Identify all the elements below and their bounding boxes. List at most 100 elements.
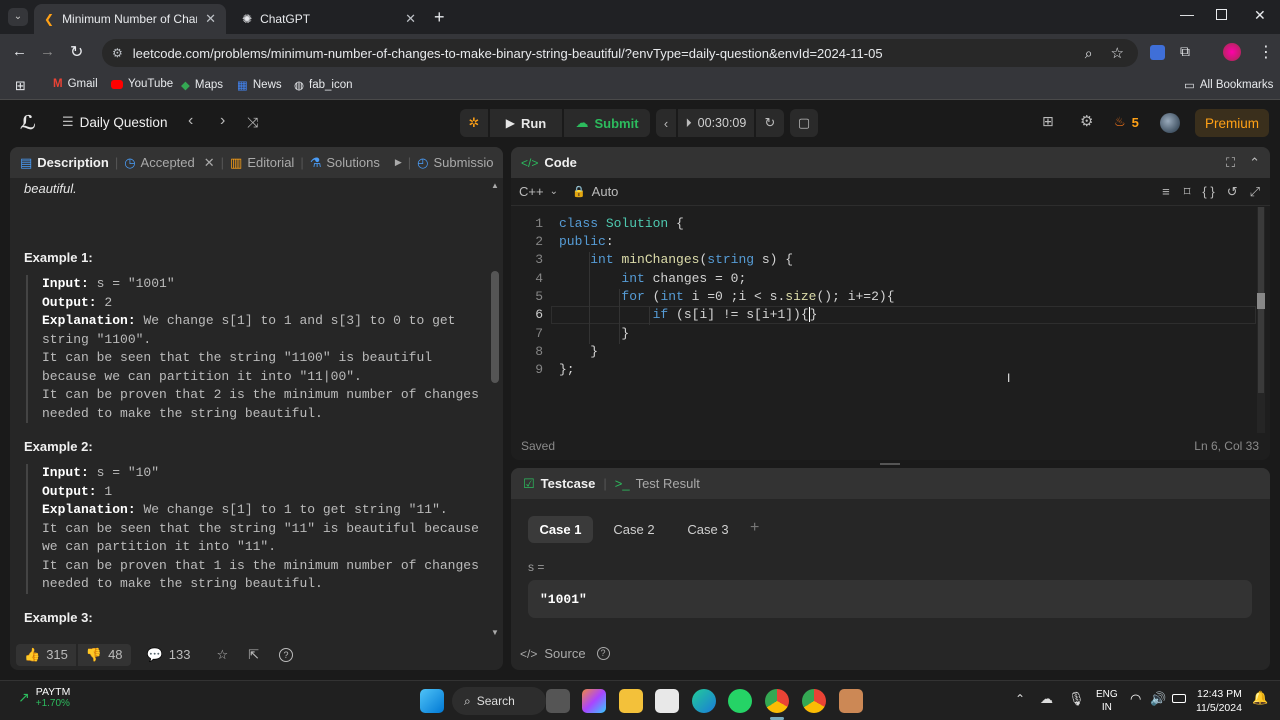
profile-avatar[interactable] xyxy=(1223,43,1241,61)
prev-question-icon[interactable]: ‹ xyxy=(188,112,193,130)
stock-widget[interactable]: ↗ PAYTM +1.70% xyxy=(18,686,70,709)
notes-icon[interactable]: ▢ xyxy=(790,109,818,137)
panel-resize-handle[interactable] xyxy=(880,463,900,465)
clock[interactable]: 12:43 PM 11/5/2024 xyxy=(1196,687,1242,715)
user-avatar[interactable] xyxy=(1160,113,1180,133)
back-icon[interactable]: ← xyxy=(12,43,27,60)
like-button[interactable]: 👍 315 xyxy=(16,643,76,666)
reset-timer-icon[interactable]: ↻ xyxy=(756,109,784,137)
language-indicator[interactable]: ENG IN xyxy=(1096,688,1118,714)
browser-tab-leetcode[interactable]: ❮ Minimum Number of Changes T ✕ xyxy=(34,4,226,34)
maximize-icon[interactable] xyxy=(1216,9,1227,20)
comments-button[interactable]: 💬 133 xyxy=(139,644,199,666)
microphone-icon[interactable]: 🎙 xyxy=(1068,691,1085,707)
run-button[interactable]: ▶ Run xyxy=(490,109,562,137)
code-editor[interactable]: 1 2 3 4 5 6 7 8 9 class Solution { publi… xyxy=(511,207,1256,433)
whatsapp-icon[interactable] xyxy=(728,689,752,713)
timer-collapse-icon[interactable]: ‹ xyxy=(656,109,676,137)
taskbar-search[interactable]: ⌕ Search xyxy=(452,687,546,715)
chrome-icon[interactable] xyxy=(802,689,826,713)
bookmark-gmail[interactable]: M Gmail xyxy=(53,78,98,90)
tab-testcase[interactable]: ☑ Testcase xyxy=(523,476,595,492)
close-tab-icon[interactable]: ✕ xyxy=(205,11,216,27)
forward-icon[interactable]: → xyxy=(40,43,55,60)
url-text[interactable]: leetcode.com/problems/minimum-number-of-… xyxy=(133,46,883,61)
autocomplete-mode[interactable]: 🔒 Auto xyxy=(572,184,618,199)
braces-icon[interactable]: { } xyxy=(1202,184,1214,199)
all-bookmarks[interactable]: ▭ All Bookmarks xyxy=(1184,78,1273,92)
add-case-icon[interactable]: + xyxy=(750,519,759,537)
tab-search-icon[interactable]: ⌄ xyxy=(8,8,28,26)
format-icon[interactable]: ≡ xyxy=(1162,184,1170,199)
next-question-icon[interactable]: › xyxy=(220,112,225,130)
tab-solutions[interactable]: ⚗ Solutions ▶ xyxy=(310,155,402,171)
new-tab-icon[interactable]: + xyxy=(434,7,445,28)
close-tab-icon[interactable]: ✕ xyxy=(204,155,215,171)
task-view-icon[interactable] xyxy=(546,689,570,713)
expand-icon[interactable]: ⤢ xyxy=(1250,184,1260,200)
bookmark-icon[interactable]: ⌑ xyxy=(1184,184,1191,200)
description-scrollbar[interactable]: ▲ ▼ xyxy=(490,181,500,637)
collapse-icon[interactable]: ⌃ xyxy=(1249,155,1260,171)
tray-overflow-icon[interactable]: ⌃ xyxy=(1015,692,1025,706)
timer[interactable]: ⏵ 00:30:09 xyxy=(678,109,754,137)
favorite-star-icon[interactable]: ☆ xyxy=(216,647,228,663)
snipping-tool-icon[interactable] xyxy=(839,689,863,713)
edge-icon[interactable] xyxy=(692,689,716,713)
menu-dots-icon[interactable]: ⋮ xyxy=(1258,42,1274,62)
testcase-input-field[interactable]: "1001" xyxy=(528,580,1252,618)
scroll-up-icon[interactable]: ▲ xyxy=(491,181,499,190)
case-tab-2[interactable]: Case 2 xyxy=(602,516,666,543)
notification-icon[interactable]: 🔔 xyxy=(1252,690,1268,706)
cloud-icon[interactable]: ☁ xyxy=(1040,691,1053,707)
close-tab-icon[interactable]: ✕ xyxy=(405,11,416,27)
settings-gear-icon[interactable]: ⚙ xyxy=(1080,112,1093,130)
chrome-active-icon[interactable] xyxy=(765,689,789,713)
bookmark-fab-icon[interactable]: ◍ fab_icon xyxy=(294,78,353,92)
language-select[interactable]: C++ ⌄ xyxy=(519,184,558,199)
extensions-puzzle-icon[interactable]: ⧉ xyxy=(1180,43,1190,60)
help-icon[interactable]: ? xyxy=(596,647,610,660)
volume-icon[interactable]: 🔊 xyxy=(1150,691,1166,707)
premium-button[interactable]: Premium xyxy=(1195,109,1269,137)
tab-submissions[interactable]: ◴ Submissio xyxy=(417,155,493,171)
bookmark-maps[interactable]: ◆ Maps xyxy=(181,78,223,92)
scroll-down-icon[interactable]: ▼ xyxy=(491,628,499,637)
extension-icon[interactable] xyxy=(1150,45,1165,60)
bookmark-youtube[interactable]: YouTube xyxy=(111,78,173,90)
tab-test-result[interactable]: >_ Test Result xyxy=(615,476,700,491)
apps-grid-icon[interactable]: ⊞ xyxy=(15,78,26,94)
tab-accepted[interactable]: ◷ Accepted ✕ xyxy=(124,155,214,171)
case-tab-3[interactable]: Case 3 xyxy=(676,516,740,543)
wifi-icon[interactable]: ◠ xyxy=(1130,691,1141,707)
close-window-icon[interactable]: ✕ xyxy=(1254,7,1266,24)
file-explorer-icon[interactable] xyxy=(619,689,643,713)
scroll-thumb[interactable] xyxy=(491,271,499,383)
store-icon[interactable] xyxy=(655,689,679,713)
leetcode-logo-icon[interactable]: ℒ xyxy=(20,112,36,135)
omnibox[interactable]: ⚙ leetcode.com/problems/minimum-number-o… xyxy=(102,39,1138,67)
streak-counter[interactable]: ♨ 5 xyxy=(1114,114,1139,130)
source-button[interactable]: </> Source ? xyxy=(520,646,610,661)
fullscreen-icon[interactable]: ⛶ xyxy=(1226,155,1235,171)
minimize-icon[interactable]: — xyxy=(1180,6,1194,22)
copilot-icon[interactable] xyxy=(582,689,606,713)
bookmark-star-icon[interactable]: ☆ xyxy=(1111,44,1124,62)
tab-description[interactable]: ▤ Description xyxy=(20,155,109,171)
battery-icon[interactable] xyxy=(1172,694,1186,703)
editor-scrollbar[interactable] xyxy=(1257,207,1265,433)
case-tab-1[interactable]: Case 1 xyxy=(528,516,593,543)
site-info-icon[interactable]: ⚙ xyxy=(112,46,123,60)
submit-button[interactable]: ☁ Submit xyxy=(564,109,650,137)
dislike-button[interactable]: 👎 48 xyxy=(77,643,131,666)
reset-code-icon[interactable]: ↺ xyxy=(1227,184,1238,200)
help-icon[interactable]: ? xyxy=(279,647,293,662)
bookmark-news[interactable]: ▦ News xyxy=(237,78,282,92)
zoom-icon[interactable]: ⌕ xyxy=(1085,45,1093,62)
layout-grid-icon[interactable]: ⊞ xyxy=(1042,113,1054,130)
browser-tab-chatgpt[interactable]: ✺ ChatGPT ✕ xyxy=(232,4,426,34)
reload-icon[interactable]: ↻ xyxy=(70,42,83,62)
windows-start-icon[interactable] xyxy=(420,689,444,713)
debug-button[interactable]: ✲ xyxy=(460,109,488,137)
share-icon[interactable]: ⇱ xyxy=(248,647,259,663)
